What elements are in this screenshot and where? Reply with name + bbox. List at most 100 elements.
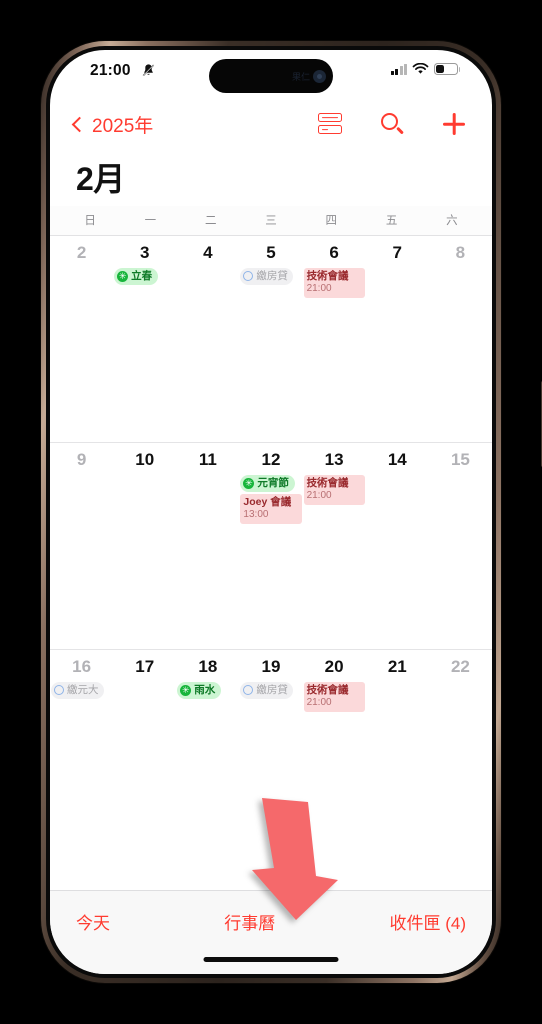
day-number[interactable]: 13 — [303, 450, 366, 470]
day-cell[interactable] — [429, 682, 492, 692]
day-number[interactable]: 15 — [429, 450, 492, 470]
day-cell[interactable] — [366, 268, 429, 278]
day-cell[interactable]: 技術會議 21:00 — [303, 268, 366, 298]
reminder-circle-icon[interactable] — [54, 685, 64, 696]
day-number[interactable]: 8 — [429, 243, 492, 263]
phone-screen: 21:00 果仁 2025年 2月 日 一 二 三 四 五 六 2 3 4 5 … — [50, 50, 492, 974]
day-number[interactable]: 12 — [239, 450, 302, 470]
screenshot-canvas: 21:00 果仁 2025年 2月 日 一 二 三 四 五 六 2 3 4 5 … — [0, 0, 542, 1024]
day-cell[interactable]: 技術會議 21:00 — [303, 682, 366, 712]
event-chip[interactable]: 技術會議 21:00 — [303, 475, 365, 505]
chevron-left-icon — [71, 116, 88, 132]
day-cell[interactable] — [176, 268, 239, 278]
reminder-title: 繳元大 — [67, 684, 99, 696]
day-cell[interactable]: 元宵節 Joey 會議13:00 — [239, 475, 302, 524]
day-number[interactable]: 17 — [113, 657, 176, 677]
search-icon[interactable] — [380, 112, 404, 136]
calendar-week-row: 2345678 立春 繳房貸 技術會議21:00 — [50, 236, 492, 443]
event-title: 技術會議 — [306, 477, 349, 489]
day-number[interactable]: 11 — [176, 450, 239, 470]
holiday-chip[interactable]: 元宵節 — [240, 475, 295, 492]
holiday-title: 雨水 — [194, 684, 216, 696]
day-number[interactable]: 14 — [366, 450, 429, 470]
day-number[interactable]: 9 — [50, 450, 113, 470]
week-event-row: 繳元大 雨水 繳房貸 技術會議21:00 — [50, 679, 492, 712]
day-cell[interactable]: 雨水 — [176, 682, 239, 699]
week-day-numbers: 9 10 11 12 13 14 15 — [50, 443, 492, 472]
day-number[interactable]: 6 — [303, 243, 366, 263]
holiday-star-icon — [117, 270, 129, 282]
back-to-year-button[interactable]: 2025年 — [71, 111, 153, 138]
day-cell[interactable] — [176, 475, 239, 485]
holiday-chip[interactable]: 立春 — [114, 268, 159, 285]
day-number[interactable]: 2 — [50, 243, 113, 263]
holiday-title: 立春 — [131, 270, 153, 282]
calendar-grid[interactable]: 2345678立春繳房貸技術會議21:009101112131415元宵節Joe… — [50, 236, 492, 857]
holiday-chip[interactable]: 雨水 — [177, 682, 222, 699]
day-cell[interactable]: 立春 — [113, 268, 176, 285]
home-indicator[interactable] — [203, 957, 339, 962]
event-title: Joey 會議 — [243, 495, 292, 508]
day-number[interactable]: 18 — [176, 657, 239, 677]
event-chip[interactable]: 技術會議 21:00 — [303, 268, 365, 298]
holiday-star-icon — [180, 684, 192, 696]
reminder-chip[interactable]: 繳元大 — [51, 682, 104, 699]
inbox-button[interactable]: 收件匣 (4) — [390, 909, 467, 934]
event-title: 技術會議 — [306, 270, 349, 282]
day-number[interactable]: 4 — [176, 243, 239, 263]
nav-actions — [318, 112, 470, 136]
day-cell[interactable] — [366, 475, 429, 485]
list-view-icon[interactable] — [318, 113, 342, 135]
navigation-bar: 2025年 — [50, 96, 492, 152]
wifi-icon — [412, 63, 429, 74]
weekday-label: 二 — [204, 215, 217, 227]
event-title: 技術會議 — [306, 684, 349, 696]
contact-avatar-icon — [313, 69, 326, 83]
reminder-chip[interactable]: 繳房貸 — [240, 268, 293, 285]
week-day-numbers: 2345678 — [50, 236, 492, 265]
event-chip[interactable]: 技術會議 21:00 — [303, 682, 365, 712]
day-cell[interactable]: 繳房貸 — [239, 682, 302, 699]
plus-icon[interactable] — [442, 112, 466, 136]
day-cell[interactable]: 技術會議 21:00 — [303, 475, 366, 505]
reminder-circle-icon[interactable] — [243, 685, 254, 696]
day-cell[interactable] — [50, 475, 113, 485]
day-number[interactable]: 19 — [239, 657, 302, 677]
page-title: 2月 — [76, 161, 125, 197]
bell-slash-icon — [141, 63, 156, 83]
reminder-circle-icon[interactable] — [243, 271, 254, 282]
status-time: 21:00 — [90, 62, 131, 79]
dynamic-island[interactable]: 果仁 — [209, 59, 333, 93]
week-day-numbers: 16 17 18 19 20 21 22 — [50, 650, 492, 679]
day-number[interactable]: 20 — [303, 657, 366, 677]
status-indicators — [390, 63, 461, 75]
weekday-label: 三 — [265, 215, 277, 227]
day-cell[interactable] — [113, 682, 176, 692]
weekday-label: 五 — [385, 215, 398, 227]
day-number[interactable]: 5 — [239, 243, 302, 263]
event-chip[interactable]: Joey 會議 13:00 — [240, 493, 302, 524]
day-number[interactable]: 22 — [429, 657, 492, 677]
battery-icon — [434, 63, 461, 75]
day-number[interactable]: 7 — [366, 243, 429, 263]
day-cell[interactable] — [50, 268, 113, 278]
day-cell[interactable]: 繳房貸 — [239, 268, 302, 285]
dynamic-island-label: 果仁 — [291, 71, 310, 82]
day-cell[interactable] — [113, 475, 176, 485]
reminder-chip[interactable]: 繳房貸 — [240, 682, 293, 699]
day-cell[interactable] — [429, 475, 492, 485]
day-number[interactable]: 10 — [113, 450, 176, 470]
calendars-button[interactable]: 行事曆 — [224, 909, 275, 934]
day-number[interactable]: 3 — [113, 243, 176, 263]
signal-bars-icon — [390, 63, 407, 75]
day-cell[interactable] — [366, 682, 429, 692]
day-number[interactable]: 16 — [50, 657, 113, 677]
day-cell[interactable] — [429, 268, 492, 278]
phone-bezel: 21:00 果仁 2025年 2月 日 一 二 三 四 五 六 2 3 4 5 … — [46, 46, 496, 978]
day-cell[interactable]: 繳元大 — [50, 682, 113, 699]
reminder-title: 繳房貸 — [256, 684, 288, 696]
event-time: 13:00 — [243, 508, 269, 520]
today-button[interactable]: 今天 — [76, 909, 110, 934]
status-bar: 21:00 果仁 — [50, 50, 492, 96]
day-number[interactable]: 21 — [366, 657, 429, 677]
